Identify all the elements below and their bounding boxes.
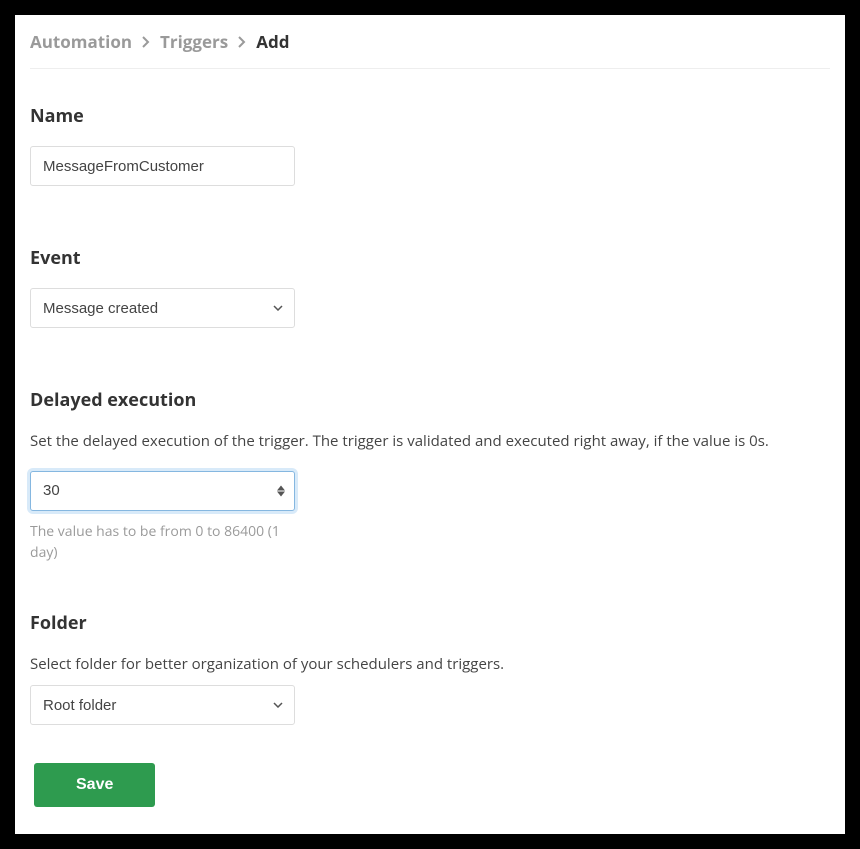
save-button[interactable]: Save [34, 763, 155, 807]
delayed-helper: The value has to be from 0 to 86400 (1 d… [30, 521, 295, 563]
breadcrumb-item-current: Add [256, 30, 289, 53]
chevron-right-icon [238, 36, 246, 48]
folder-description: Select folder for better organization of… [30, 653, 830, 676]
folder-select[interactable]: Root folder [30, 685, 295, 725]
event-label: Event [30, 246, 830, 270]
delayed-input[interactable] [30, 471, 295, 511]
section-event: Event Message created [30, 246, 830, 328]
section-folder: Folder Select folder for better organiza… [30, 611, 830, 726]
delayed-input-wrapper [30, 471, 295, 511]
name-label: Name [30, 104, 830, 128]
name-input[interactable] [30, 146, 295, 186]
breadcrumb-item-automation[interactable]: Automation [30, 30, 132, 53]
event-select-wrapper: Message created [30, 288, 295, 328]
delayed-description: Set the delayed execution of the trigger… [30, 430, 830, 453]
breadcrumb-item-triggers[interactable]: Triggers [160, 30, 228, 53]
folder-label: Folder [30, 611, 830, 635]
delayed-label: Delayed execution [30, 388, 830, 412]
section-delayed: Delayed execution Set the delayed execut… [30, 388, 830, 563]
chevron-right-icon [142, 36, 150, 48]
folder-select-wrapper: Root folder [30, 685, 295, 725]
section-name: Name [30, 104, 830, 186]
page-container: Automation Triggers Add Name Event Messa… [15, 15, 845, 834]
breadcrumb: Automation Triggers Add [30, 30, 830, 69]
event-select[interactable]: Message created [30, 288, 295, 328]
